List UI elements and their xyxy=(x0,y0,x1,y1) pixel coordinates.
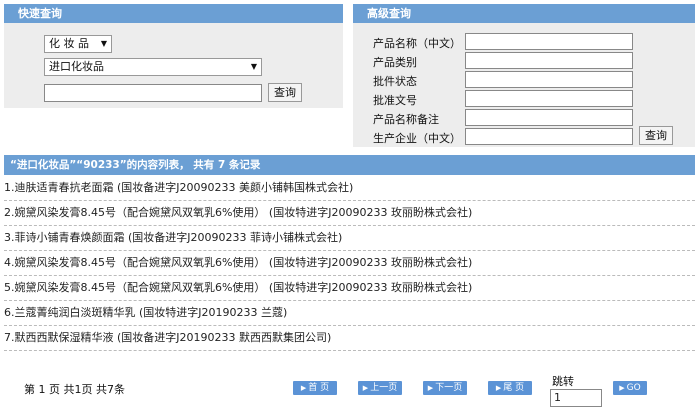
field-manufacturer-input[interactable] xyxy=(465,128,633,145)
field-product-category-label: 产品类别 xyxy=(373,56,417,69)
jump-page-input[interactable]: 1 xyxy=(550,389,602,407)
results-header: “进口化妆品”“90233”的内容列表， 共有 7 条记录 xyxy=(4,155,695,175)
quick-search-panel: 化 妆 品 ▼ 进口化妆品 ▼ 查询 xyxy=(4,23,343,108)
field-manufacturer-label: 生产企业（中文） xyxy=(373,132,461,145)
arrow-right-icon: ▶ xyxy=(362,384,369,392)
field-approval-status-input[interactable] xyxy=(465,71,633,88)
go-label: GO xyxy=(626,383,641,393)
first-page-label: 首 页 xyxy=(308,383,330,393)
jump-label: 跳转 xyxy=(552,375,574,388)
list-item[interactable]: 3.菲诗小铺青春焕颜面霜 (国妆备进字J20090233 菲诗小铺株式会社) xyxy=(4,226,695,251)
field-approval-number-row: 批准文号 xyxy=(353,90,695,109)
field-product-category-input[interactable] xyxy=(465,52,633,69)
arrow-right-icon: ▶ xyxy=(619,384,625,392)
field-product-name-input[interactable] xyxy=(465,33,633,50)
advanced-search-panel: 产品名称（中文） 产品类别 批件状态 批准文号 产品名称备注 生产企业（中文） … xyxy=(353,23,695,147)
arrow-right-icon: ▶ xyxy=(427,384,434,392)
list-item[interactable]: 6.兰蔻菁纯润白淡斑精华乳 (国妆特进字J20190233 兰蔻) xyxy=(4,301,695,326)
chevron-down-icon: ▼ xyxy=(250,62,257,71)
field-product-note-label: 产品名称备注 xyxy=(373,113,439,126)
prev-page-label: 上一页 xyxy=(370,383,398,393)
chevron-down-icon: ▼ xyxy=(100,39,107,48)
field-approval-number-input[interactable] xyxy=(465,90,633,107)
list-item[interactable]: 7.默西西默保湿精华液 (国妆备进字J20190233 默西西默集团公司) xyxy=(4,326,695,351)
field-product-note-input[interactable] xyxy=(465,109,633,126)
go-button[interactable]: ▶ GO xyxy=(613,381,647,395)
last-page-label: 尾 页 xyxy=(503,383,525,393)
list-item[interactable]: 5.婉黛风染发膏8.45号（配合婉黛风双氧乳6%使用） (国妆特进字J20090… xyxy=(4,276,695,301)
quick-search-title: 快速查询 xyxy=(4,4,343,23)
list-item[interactable]: 2.婉黛风染发膏8.45号（配合婉黛风双氧乳6%使用） (国妆特进字J20090… xyxy=(4,201,695,226)
field-approval-status-row: 批件状态 xyxy=(353,71,695,90)
category-select-value: 化 妆 品 xyxy=(49,37,89,50)
next-page-button[interactable]: ▶ 下一页 xyxy=(423,381,467,395)
list-item[interactable]: 4.婉黛风染发膏8.45号（配合婉黛风双氧乳6%使用） (国妆特进字J20090… xyxy=(4,251,695,276)
subcategory-select-value: 进口化妆品 xyxy=(49,60,104,73)
quick-search-input[interactable] xyxy=(44,84,262,102)
pager-summary: 第 1 页 共1页 共7条 xyxy=(24,383,125,396)
list-item[interactable]: 1.迪肤适青春抗老面霜 (国妆备进字J20090233 美颜小铺韩国株式会社) xyxy=(4,176,695,201)
arrow-right-icon: ▶ xyxy=(300,384,307,392)
field-product-category-row: 产品类别 xyxy=(353,52,695,71)
next-page-label: 下一页 xyxy=(435,383,463,393)
quick-search-button[interactable]: 查询 xyxy=(268,83,302,102)
results-list: 1.迪肤适青春抗老面霜 (国妆备进字J20090233 美颜小铺韩国株式会社) … xyxy=(4,176,695,351)
prev-page-button[interactable]: ▶ 上一页 xyxy=(358,381,402,395)
field-product-name-label: 产品名称（中文） xyxy=(373,37,461,50)
first-page-button[interactable]: ▶ 首 页 xyxy=(293,381,337,395)
category-select[interactable]: 化 妆 品 ▼ xyxy=(44,35,112,53)
advanced-search-button[interactable]: 查询 xyxy=(639,126,673,145)
arrow-right-icon: ▶ xyxy=(495,384,502,392)
last-page-button[interactable]: ▶ 尾 页 xyxy=(488,381,532,395)
advanced-search-title: 高级查询 xyxy=(353,4,695,23)
subcategory-select[interactable]: 进口化妆品 ▼ xyxy=(44,58,262,76)
field-approval-number-label: 批准文号 xyxy=(373,94,417,107)
field-product-name-row: 产品名称（中文） xyxy=(353,33,695,52)
field-approval-status-label: 批件状态 xyxy=(373,75,417,88)
